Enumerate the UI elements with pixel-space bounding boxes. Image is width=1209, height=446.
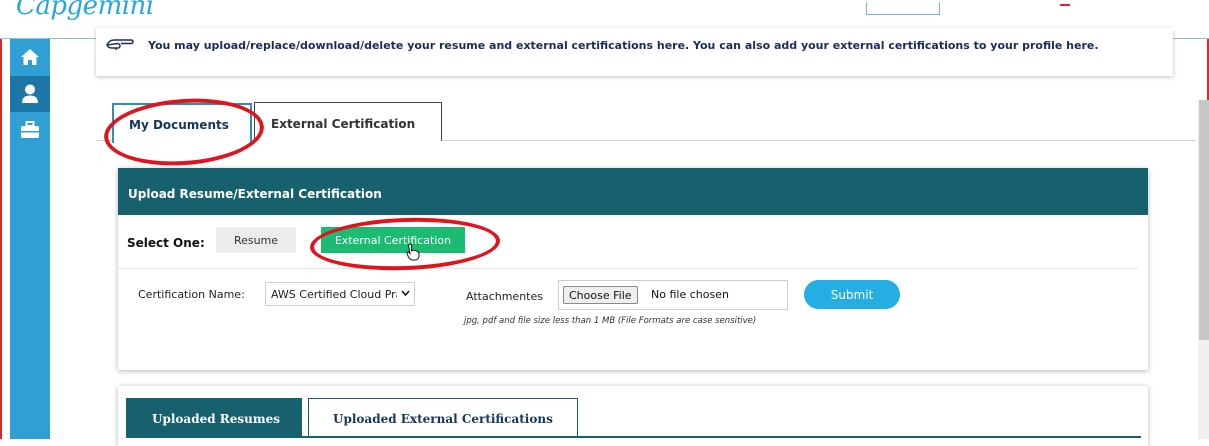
upload-panel-title: Upload Resume/External Certification — [128, 187, 382, 201]
resume-option-button[interactable]: Resume — [216, 227, 296, 253]
scrollbar-thumb[interactable] — [1199, 100, 1209, 340]
uploaded-panel: Uploaded Resumes Uploaded External Certi… — [118, 386, 1148, 446]
uploaded-tabs-baseline — [126, 436, 1141, 438]
choose-file-button[interactable]: Choose File — [563, 286, 638, 304]
file-status-text: No file chosen — [651, 288, 729, 301]
tab-uploaded-external-certifications-label: Uploaded External Certifications — [333, 412, 553, 426]
attachments-label: Attachmentes — [466, 290, 543, 303]
pointing-hand-icon — [106, 39, 134, 50]
sidebar — [10, 39, 50, 439]
user-icon — [22, 84, 38, 103]
top-input[interactable] — [866, 2, 940, 15]
upload-panel-header: Upload Resume/External Certification — [118, 168, 1148, 215]
tab-uploaded-resumes[interactable]: Uploaded Resumes — [126, 398, 302, 438]
sidebar-item-profile[interactable] — [10, 76, 50, 112]
external-certification-option-button[interactable]: External Certification — [321, 227, 465, 253]
upload-divider — [118, 268, 1138, 269]
tab-my-documents[interactable]: My Documents — [112, 103, 252, 143]
info-text: You may upload/replace/download/delete y… — [148, 39, 1099, 52]
sidebar-item-work[interactable] — [10, 112, 50, 148]
home-icon — [21, 49, 39, 65]
sidebar-item-home[interactable] — [10, 39, 50, 75]
select-one-label: Select One: — [127, 236, 205, 250]
tab-uploaded-resumes-label: Uploaded Resumes — [152, 412, 280, 426]
annotation-mark — [1060, 0, 1070, 6]
file-format-hint: jpg, pdf and file size less than 1 MB (F… — [464, 316, 757, 326]
tab-uploaded-external-certifications[interactable]: Uploaded External Certifications — [308, 398, 578, 437]
submit-button[interactable]: Submit — [804, 280, 900, 309]
briefcase-icon — [21, 121, 39, 138]
cursor-hand-icon — [406, 243, 420, 261]
file-input[interactable]: Choose File No file chosen — [558, 280, 788, 310]
certification-name-label: Certification Name: — [138, 288, 245, 301]
tab-external-certification-label: External Certification — [271, 117, 416, 131]
chevron-down-icon — [401, 290, 410, 297]
certification-name-value: AWS Certified Cloud Pra — [271, 288, 397, 301]
logo: Capgemini — [16, 0, 154, 21]
tab-my-documents-label: My Documents — [129, 118, 229, 132]
certification-name-select[interactable]: AWS Certified Cloud Pra — [265, 282, 415, 306]
tab-external-certification[interactable]: External Certification — [254, 102, 442, 141]
upload-panel: Upload Resume/External Certification Sel… — [118, 168, 1148, 370]
info-banner: You may upload/replace/download/delete y… — [96, 28, 1173, 76]
